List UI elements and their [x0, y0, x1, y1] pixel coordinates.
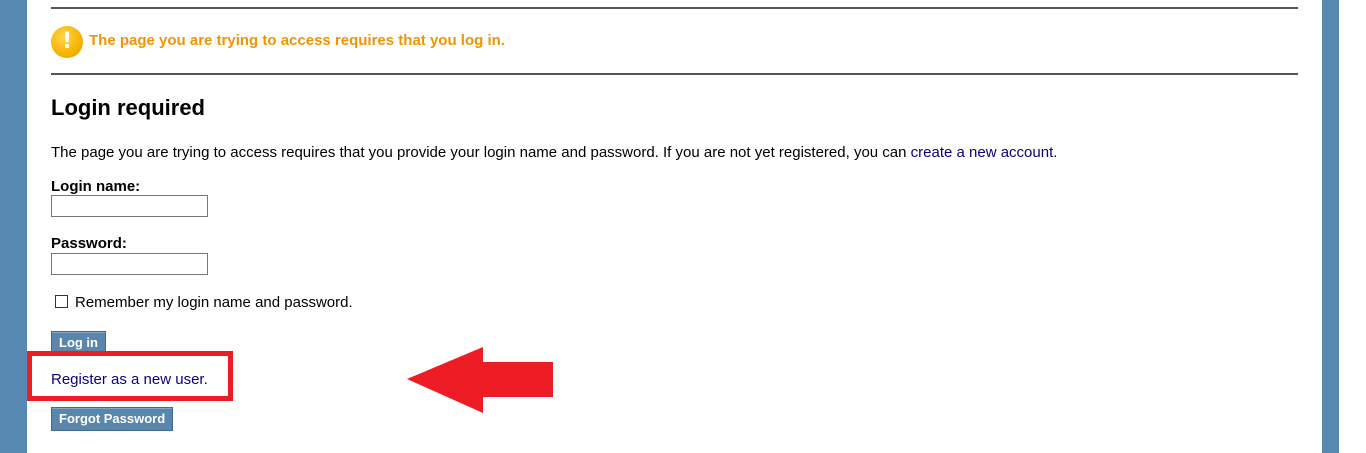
create-account-link[interactable]: create a new account	[911, 144, 1054, 161]
intro-end: .	[1053, 144, 1058, 161]
forgot-password-button[interactable]: Forgot Password	[51, 407, 174, 431]
arrow-shape	[407, 347, 553, 413]
intro-text: The page you are trying to access requir…	[51, 144, 1057, 161]
warning-icon: !	[51, 26, 83, 58]
password-label: Password:	[51, 235, 127, 252]
password-field[interactable]	[51, 253, 208, 275]
page-title: Login required	[51, 95, 205, 120]
intro-sentence: The page you are trying to access requir…	[51, 144, 911, 161]
top-divider	[51, 7, 1298, 9]
register-link[interactable]: Register as a new user.	[51, 371, 208, 388]
login-name-label: Login name:	[51, 178, 141, 195]
login-name-field[interactable]	[51, 195, 208, 217]
page-content: ! The page you are trying to access requ…	[27, 0, 1322, 453]
right-edge-strip	[1339, 0, 1366, 453]
remember-label: Remember my login name and password.	[75, 294, 353, 311]
login-required-alert: The page you are trying to access requir…	[89, 32, 505, 49]
left-arrow-icon	[407, 347, 553, 413]
alert-divider	[51, 73, 1298, 75]
remember-me[interactable]: Remember my login name and password.	[55, 294, 353, 311]
remember-checkbox[interactable]	[55, 295, 68, 308]
